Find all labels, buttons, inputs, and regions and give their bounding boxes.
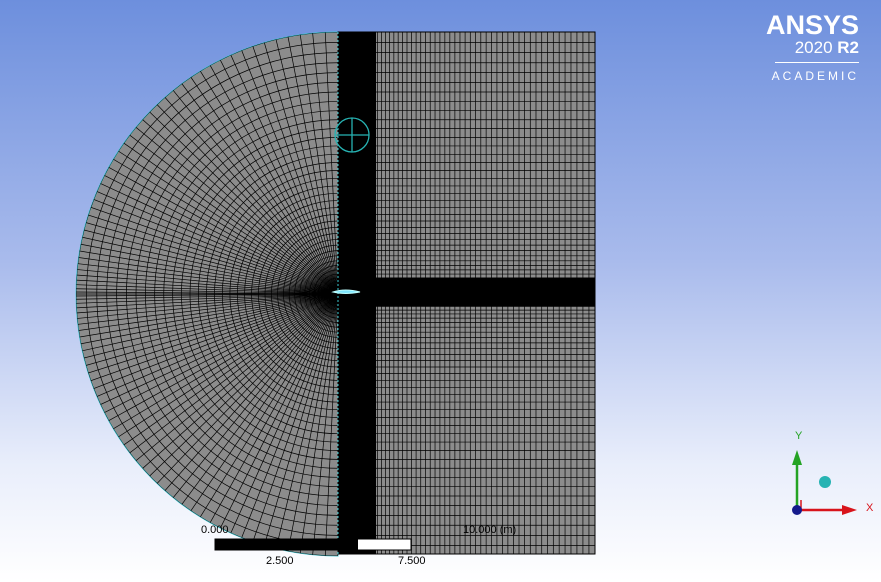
scale-label-end: 10.000 (m)	[463, 524, 517, 536]
version-year: 2020	[794, 38, 833, 57]
z-axis-origin-icon	[792, 505, 802, 515]
scale-label-start: 0.000	[201, 524, 229, 536]
version-label: 2020 R2	[795, 38, 859, 58]
rect-domain-mesh	[337, 31, 596, 555]
scale-label-three-quarter: 7.500	[398, 555, 426, 567]
y-arrowhead-icon	[792, 450, 802, 465]
isometric-view-ball-icon[interactable]	[819, 476, 831, 488]
c-domain-mesh	[75, 31, 339, 557]
version-release: R2	[837, 38, 859, 57]
mesh-display[interactable]	[0, 0, 881, 582]
x-axis-label: X	[866, 502, 874, 514]
ansys-logo: ANSYS	[765, 10, 859, 40]
scale-label-quarter: 2.500	[266, 555, 294, 567]
y-axis-label: Y	[795, 430, 803, 442]
scale-bar	[214, 538, 412, 551]
logo-divider	[775, 62, 859, 63]
graphics-viewport[interactable]: ANSYS 2020 R2 ACADEMIC 0.000 10.000 (m) …	[0, 0, 881, 582]
edition-label: ACADEMIC	[771, 69, 859, 83]
rotation-center-icon[interactable]	[334, 117, 370, 153]
axis-triad[interactable]	[792, 450, 857, 515]
x-arrowhead-icon	[842, 505, 857, 515]
